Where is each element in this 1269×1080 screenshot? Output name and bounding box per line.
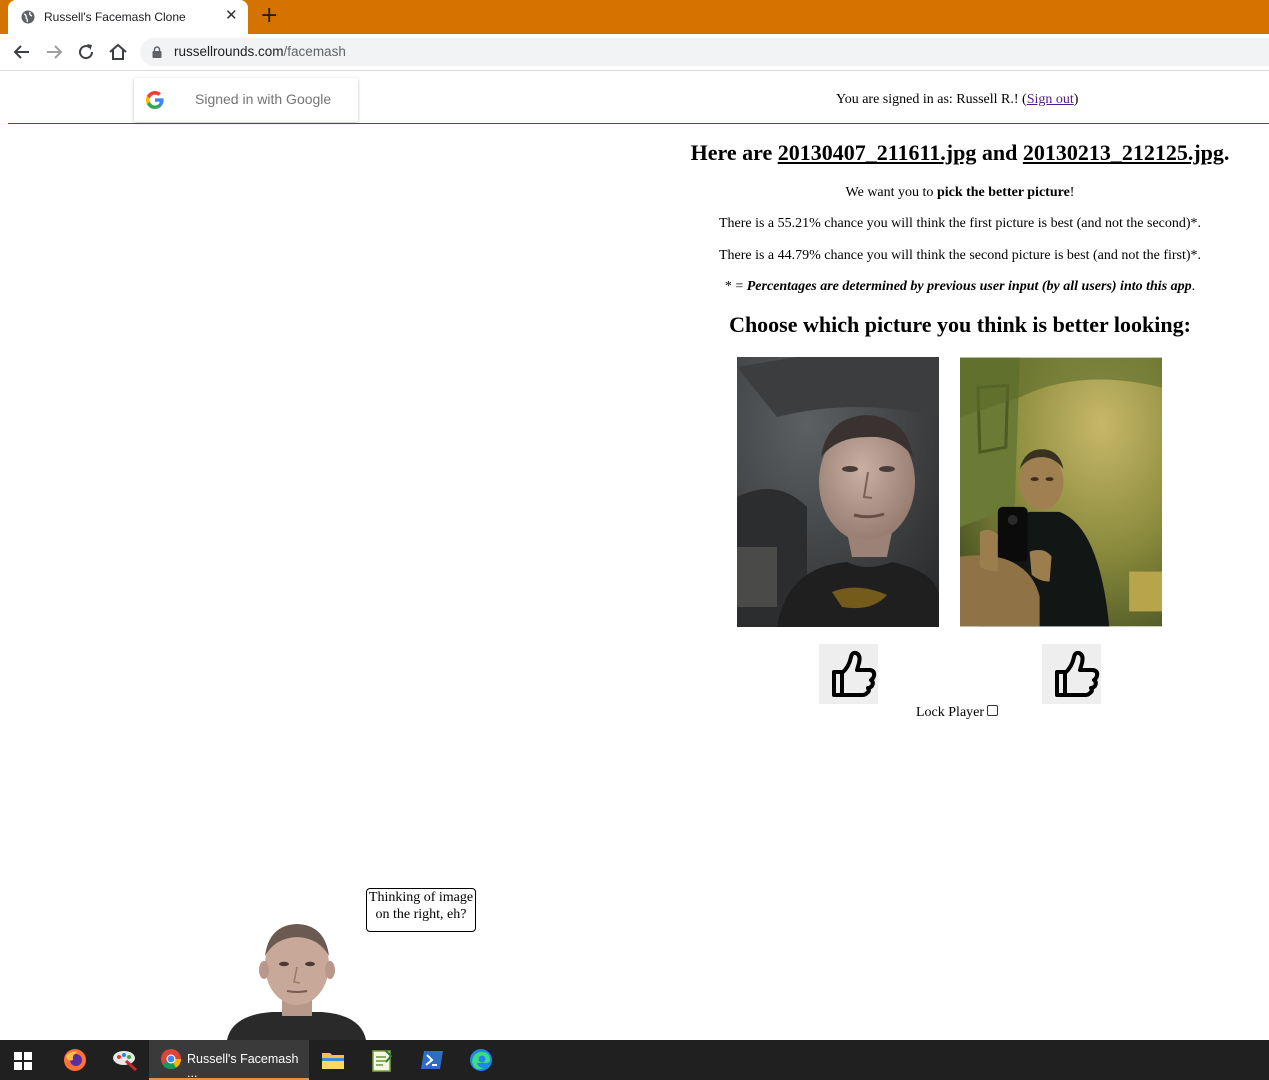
first-photo[interactable] — [737, 357, 939, 627]
bubble-line-2: on the right, eh? — [375, 907, 467, 922]
file-explorer-icon[interactable] — [321, 1049, 345, 1071]
new-tab-button[interactable]: + — [260, 4, 278, 28]
heading-and: and — [976, 140, 1023, 165]
second-image-link[interactable]: 20130213_212125.jpg — [1023, 140, 1224, 165]
pick-instruction: We want you to pick the better picture! — [660, 185, 1260, 201]
second-photo[interactable] — [960, 357, 1162, 627]
taskbar-chrome-label: Russell's Facemash ... — [187, 1052, 299, 1080]
edge-icon[interactable] — [469, 1048, 493, 1072]
first-image-link[interactable]: 20130407_211611.jpg — [778, 140, 977, 165]
speech-bubble: Thinking of image on the right, eh? — [366, 888, 476, 932]
globe-icon — [21, 10, 35, 24]
powershell-icon[interactable] — [420, 1049, 444, 1071]
footnote-star: * = — [724, 279, 747, 294]
notepad-icon[interactable] — [371, 1048, 393, 1072]
lock-player-checkbox[interactable] — [987, 705, 999, 716]
reload-icon[interactable] — [74, 40, 98, 64]
url-host: russellrounds.com — [174, 44, 284, 59]
close-tab-icon[interactable]: ✕ — [225, 6, 238, 24]
google-logo-icon — [146, 91, 164, 109]
thumbs-up-icon — [1055, 650, 1100, 697]
taskbar-chrome-window[interactable]: Russell's Facemash ... — [149, 1040, 309, 1080]
back-arrow-icon[interactable] — [10, 40, 34, 64]
second-chance-text: There is a 44.79% chance you will think … — [718, 248, 1202, 263]
forward-arrow-icon[interactable] — [42, 40, 66, 64]
chrome-icon — [161, 1049, 182, 1070]
browser-toolbar: russellrounds.com/facemash — [0, 34, 1269, 71]
pick-bold: pick the better picture — [936, 185, 1070, 200]
first-chance-text: There is a 55.21% chance you will think … — [718, 216, 1202, 231]
thumbs-up-icon — [832, 650, 877, 697]
home-icon[interactable] — [106, 40, 130, 64]
bubble-line-1: Thinking of image — [368, 890, 474, 905]
google-signin-button[interactable]: Signed in with Google — [134, 78, 358, 122]
tab-title: Russell's Facemash Clone — [44, 10, 186, 24]
header-divider — [8, 123, 1269, 124]
footnote-italic: Percentages are determined by previous u… — [746, 279, 1192, 294]
footnote-end: . — [1191, 279, 1196, 294]
pick-prefix: We want you to — [845, 185, 937, 200]
url-path: /facemash — [283, 44, 346, 59]
lock-player-control: Lock Player — [916, 705, 999, 721]
choose-heading: Choose which picture you think is better… — [729, 312, 1191, 337]
pick-suffix: ! — [1069, 185, 1075, 200]
assistant-avatar — [227, 924, 366, 1040]
heading-prefix: Here are — [690, 140, 778, 165]
signed-in-close-paren: ) — [1073, 92, 1079, 107]
thumbs-up-second-button[interactable] — [1042, 644, 1101, 704]
firefox-icon[interactable] — [63, 1048, 87, 1072]
windows-start-icon[interactable] — [14, 1052, 32, 1070]
lock-player-label: Lock Player — [916, 705, 985, 720]
browser-tabstrip: Russell's Facemash Clone ✕ + — [0, 0, 1269, 34]
sign-out-link[interactable]: Sign out — [1027, 92, 1074, 107]
signed-in-status: You are signed in as: Russell R.! (Sign … — [836, 92, 1078, 108]
thumbs-up-first-button[interactable] — [819, 644, 878, 704]
address-bar[interactable]: russellrounds.com/facemash — [140, 38, 1269, 66]
footnote: * = Percentages are determined by previo… — [660, 279, 1260, 295]
paint-icon[interactable] — [112, 1048, 138, 1072]
taskbar: Russell's Facemash ... — [0, 1040, 1269, 1080]
url-text: russellrounds.com/facemash — [174, 44, 346, 59]
lock-icon[interactable] — [152, 46, 162, 58]
heading-suffix: . — [1223, 140, 1230, 165]
browser-tab[interactable]: Russell's Facemash Clone ✕ — [8, 0, 248, 34]
page-title: Here are 20130407_211611.jpg and 2013021… — [660, 140, 1260, 166]
google-signin-label: Signed in with Google — [195, 91, 332, 107]
signed-in-text: You are signed in as: Russell R.! ( — [836, 92, 1027, 107]
